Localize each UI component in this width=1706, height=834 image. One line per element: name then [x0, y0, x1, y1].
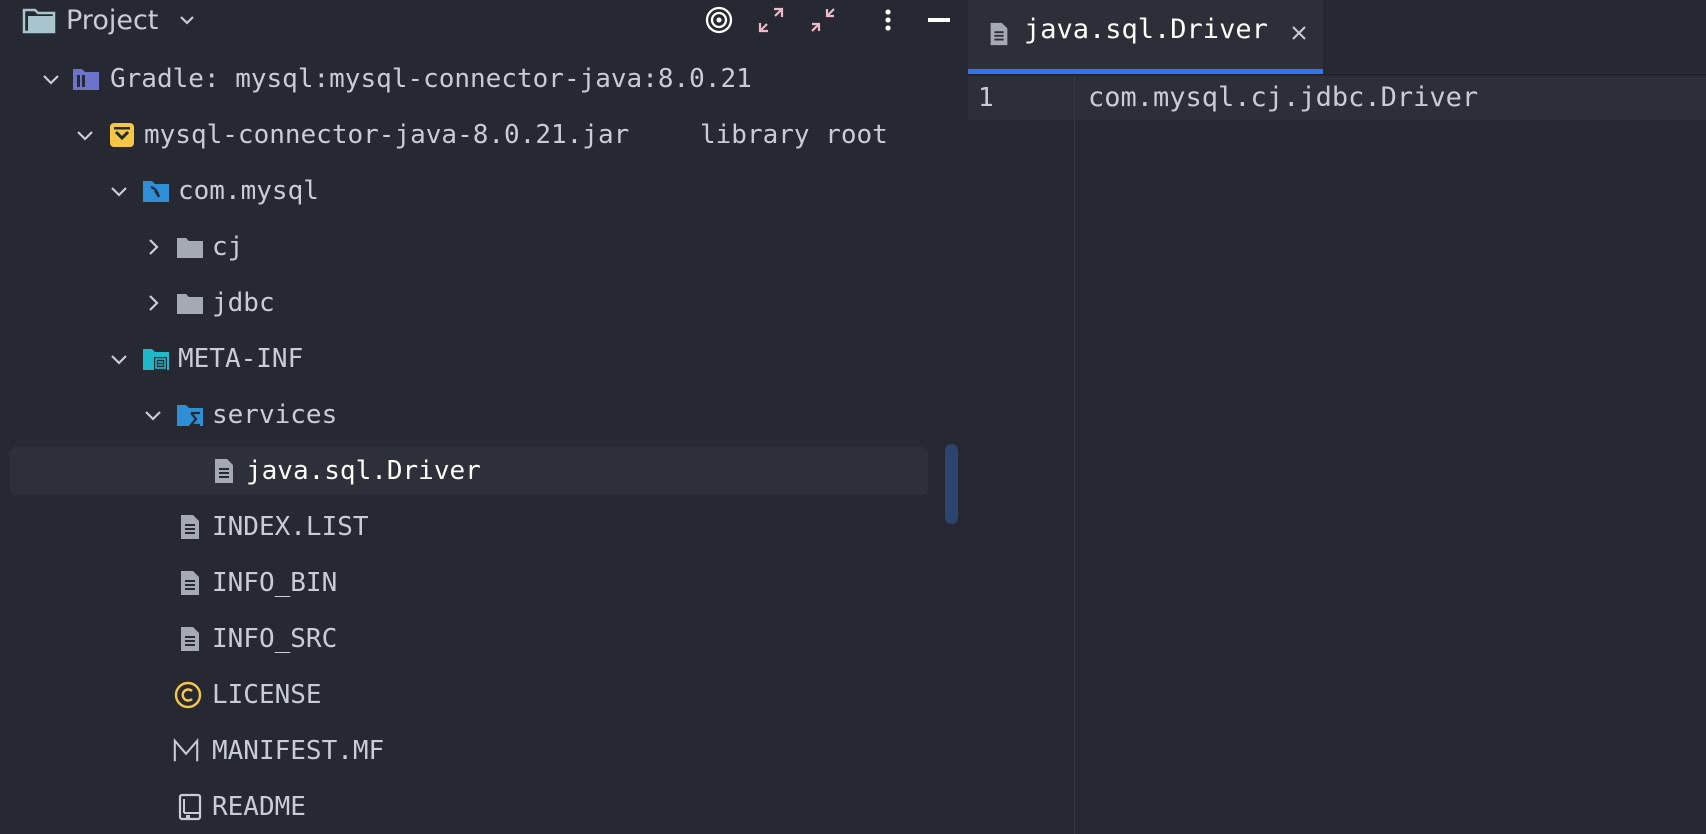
- project-panel-header: Project: [0, 0, 960, 40]
- expand-all-icon[interactable]: [756, 4, 786, 36]
- text-file-icon: [990, 22, 1008, 46]
- text-file-icon: [181, 627, 199, 651]
- vertical-scrollbar-thumb[interactable]: [945, 444, 958, 524]
- copyright-icon: [174, 681, 202, 709]
- tree-label: java.sql.Driver: [246, 456, 481, 486]
- tree-row-gradle-library[interactable]: Gradle: mysql:mysql-connector-java:8.0.2…: [0, 53, 932, 105]
- tree-row-com-mysql[interactable]: com.mysql: [0, 165, 932, 217]
- tree-row-manifest[interactable]: MANIFEST.MF: [0, 725, 932, 777]
- chevron-down-icon[interactable]: [74, 124, 96, 146]
- tree-label: com.mysql: [178, 176, 319, 206]
- editor-tab-java-sql-driver[interactable]: java.sql.Driver: [968, 0, 1323, 74]
- active-tab-indicator: [968, 69, 1323, 74]
- chevron-down-icon[interactable]: [108, 180, 130, 202]
- tree-row-info-bin[interactable]: INFO_BIN: [0, 557, 932, 609]
- tree-label: jdbc: [212, 288, 275, 318]
- tree-label: LICENSE: [212, 680, 322, 710]
- tab-label: java.sql.Driver: [1024, 14, 1268, 45]
- tree-row-services[interactable]: services: [0, 389, 932, 441]
- folder-icon: [177, 238, 203, 258]
- tree-row-index-list[interactable]: INDEX.LIST: [0, 501, 932, 553]
- manifest-icon: [173, 737, 199, 762]
- more-options-icon[interactable]: [874, 4, 902, 36]
- chevron-down-icon[interactable]: [142, 404, 164, 426]
- code-text[interactable]: com.mysql.cj.jdbc.Driver: [1088, 76, 1478, 120]
- tree-row-meta-inf[interactable]: META-INF: [0, 333, 932, 385]
- collapse-all-icon[interactable]: [808, 4, 838, 36]
- services-folder-icon: [177, 405, 203, 427]
- tree-label: services: [212, 400, 338, 430]
- tree-label: mysql-connector-java-8.0.21.jar: [144, 120, 630, 150]
- tree-row-readme[interactable]: README: [0, 781, 932, 833]
- tree-label: MANIFEST.MF: [212, 736, 385, 766]
- resource-folder-icon: [143, 349, 169, 370]
- tree-label: README: [212, 792, 306, 822]
- code-line[interactable]: 1 com.mysql.cj.jdbc.Driver: [968, 76, 1706, 120]
- editor-area: java.sql.Driver 1 com.mysql.cj.jdbc.Driv…: [968, 0, 1706, 834]
- library-root-hint: library root: [700, 120, 888, 150]
- readme-icon: [178, 793, 202, 821]
- tree-row-java-sql-driver[interactable]: java.sql.Driver: [0, 445, 932, 497]
- tree-label: INFO_BIN: [212, 568, 338, 598]
- tree-label: INFO_SRC: [212, 624, 338, 654]
- chevron-down-icon[interactable]: [40, 68, 62, 90]
- tree-label: cj: [212, 232, 244, 262]
- project-folder-icon: [22, 8, 56, 34]
- tree-label: INDEX.LIST: [212, 512, 369, 542]
- tree-row-license[interactable]: LICENSE: [0, 669, 932, 721]
- tree-row-jar[interactable]: mysql-connector-java-8.0.21.jar library …: [0, 109, 932, 161]
- folder-icon: [177, 294, 203, 314]
- library-icon: [73, 69, 99, 90]
- tree-row-cj[interactable]: cj: [0, 221, 932, 273]
- hide-panel-icon[interactable]: [926, 4, 954, 36]
- project-title: Project: [66, 4, 159, 36]
- editor-tab-bar: java.sql.Driver: [968, 0, 1706, 75]
- locate-target-icon[interactable]: [704, 4, 734, 36]
- chevron-right-icon[interactable]: [142, 292, 164, 314]
- line-number: 1: [978, 83, 994, 113]
- text-file-icon: [181, 571, 199, 595]
- jar-icon: [110, 123, 134, 147]
- close-icon[interactable]: [1289, 23, 1309, 43]
- chevron-down-icon[interactable]: [176, 9, 198, 31]
- chevron-right-icon[interactable]: [142, 236, 164, 258]
- chevron-down-icon[interactable]: [108, 348, 130, 370]
- text-file-icon: [181, 515, 199, 539]
- tree-row-info-src[interactable]: INFO_SRC: [0, 613, 932, 665]
- project-view-selector[interactable]: Project: [22, 0, 198, 40]
- gutter-separator: [1074, 76, 1075, 834]
- text-file-icon: [215, 459, 233, 483]
- tree-row-jdbc[interactable]: jdbc: [0, 277, 932, 329]
- tree-label: Gradle: mysql:mysql-connector-java:8.0.2…: [110, 64, 752, 94]
- tree-label: META-INF: [178, 344, 304, 374]
- package-icon: [143, 181, 169, 202]
- project-tool-window: Project Gradle: mysql:mysql-connector-ja…: [0, 0, 960, 834]
